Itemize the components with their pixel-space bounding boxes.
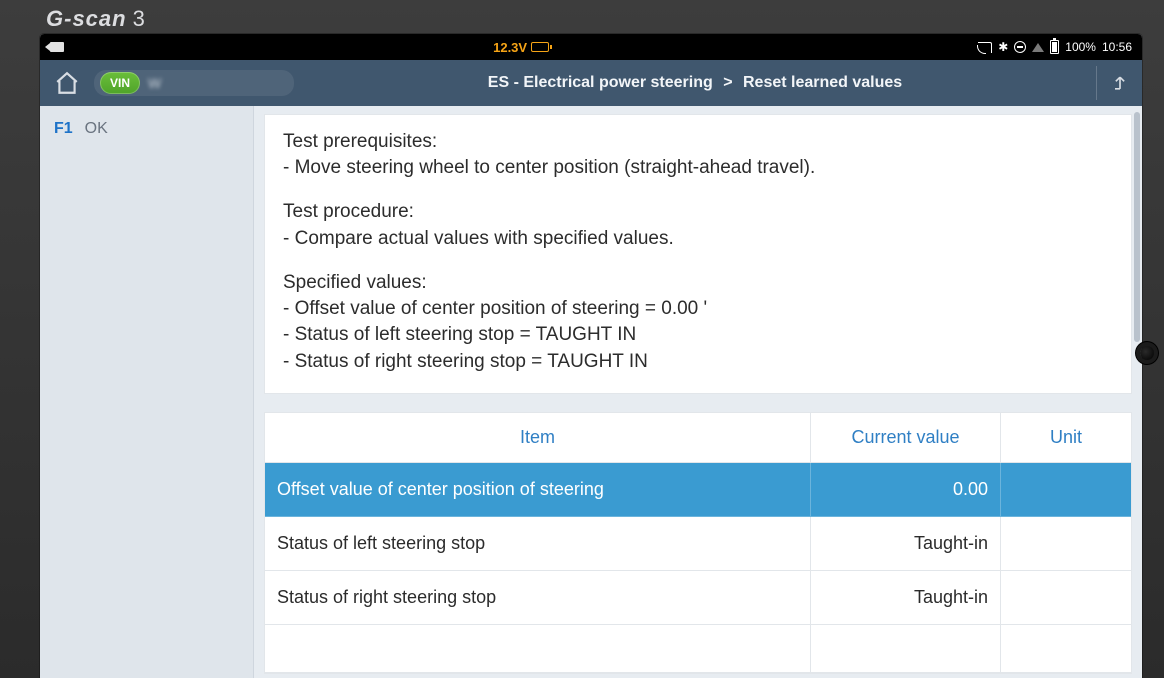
android-status-bar: 12.3V ✱ 100% 10:56 <box>40 34 1142 60</box>
brand-name: G-scan <box>46 6 127 32</box>
cell-unit <box>1001 571 1131 625</box>
clock: 10:56 <box>1102 40 1132 54</box>
table-row[interactable]: Status of left steering stop Taught-in <box>265 517 1131 571</box>
table-row[interactable]: Offset value of center position of steer… <box>265 463 1131 517</box>
vehicle-battery-icon <box>531 42 549 52</box>
group-title: Test procedure: <box>283 199 1113 225</box>
instruction-group-procedure: Test procedure: - Compare actual values … <box>283 199 1113 251</box>
home-icon <box>54 70 80 96</box>
back-up-button[interactable] <box>1096 66 1130 100</box>
cell-item: Status of left steering stop <box>265 517 811 571</box>
group-title: Specified values: <box>283 270 1113 296</box>
breadcrumb: ES - Electrical power steering > Reset l… <box>306 74 1084 92</box>
instruction-line: - Compare actual values with specified v… <box>283 226 1113 252</box>
instruction-group-specified: Specified values: - Offset value of cent… <box>283 270 1113 375</box>
instruction-group-prerequisites: Test prerequisites: - Move steering whee… <box>283 129 1113 181</box>
battery-percent: 100% <box>1065 40 1096 54</box>
tablet-screen: 12.3V ✱ 100% 10:56 VIN W ES - E <box>40 34 1142 678</box>
tablet-camera <box>1140 346 1154 360</box>
battery-icon <box>1050 40 1059 54</box>
function-key-sidebar: F1 OK <box>40 106 254 678</box>
up-arrow-icon <box>1110 73 1130 93</box>
cell-unit <box>1001 463 1131 517</box>
breadcrumb-separator: > <box>717 74 738 91</box>
cell-value: 0.00 <box>811 463 1001 517</box>
cell-item: Status of right steering stop <box>265 571 811 625</box>
sidebar-item-ok[interactable]: F1 OK <box>40 106 253 152</box>
vehicle-voltage: 12.3V <box>493 40 527 55</box>
col-header-item: Item <box>265 413 811 463</box>
cast-icon <box>978 42 992 53</box>
table-row-empty <box>265 625 1131 673</box>
brand-model: 3 <box>133 6 146 32</box>
cell-value: Taught-in <box>811 517 1001 571</box>
table-row[interactable]: Status of right steering stop Taught-in <box>265 571 1131 625</box>
breadcrumb-function: Reset learned values <box>743 74 902 91</box>
instruction-line: - Status of left steering stop = TAUGHT … <box>283 322 1113 348</box>
main-content: Test prerequisites: - Move steering whee… <box>254 106 1142 678</box>
table-header-row: Item Current value Unit <box>265 413 1131 463</box>
group-title: Test prerequisites: <box>283 129 1113 155</box>
home-button[interactable] <box>52 68 82 98</box>
app-toolbar: VIN W ES - Electrical power steering > R… <box>40 60 1142 106</box>
function-key-label: F1 <box>54 120 73 138</box>
values-table: Item Current value Unit Offset value of … <box>264 412 1132 674</box>
cell-item: Offset value of center position of steer… <box>265 463 811 517</box>
vin-badge: VIN <box>100 72 140 94</box>
instruction-line: - Move steering wheel to center position… <box>283 155 1113 181</box>
do-not-disturb-icon <box>1014 41 1026 53</box>
col-header-unit: Unit <box>1001 413 1131 463</box>
cell-value: Taught-in <box>811 571 1001 625</box>
vin-value: W <box>148 75 163 91</box>
vin-field[interactable]: VIN W <box>94 70 294 96</box>
bluetooth-icon: ✱ <box>998 40 1008 54</box>
scrollbar[interactable] <box>1134 112 1140 342</box>
col-header-value: Current value <box>811 413 1001 463</box>
recording-icon <box>50 42 64 52</box>
instruction-line: - Offset value of center position of ste… <box>283 296 1113 322</box>
sidebar-item-label: OK <box>85 120 108 138</box>
cell-unit <box>1001 517 1131 571</box>
wifi-icon <box>1032 43 1044 52</box>
instruction-line: - Status of right steering stop = TAUGHT… <box>283 349 1113 375</box>
breadcrumb-system: ES - Electrical power steering <box>488 74 713 91</box>
instruction-panel: Test prerequisites: - Move steering whee… <box>264 114 1132 394</box>
